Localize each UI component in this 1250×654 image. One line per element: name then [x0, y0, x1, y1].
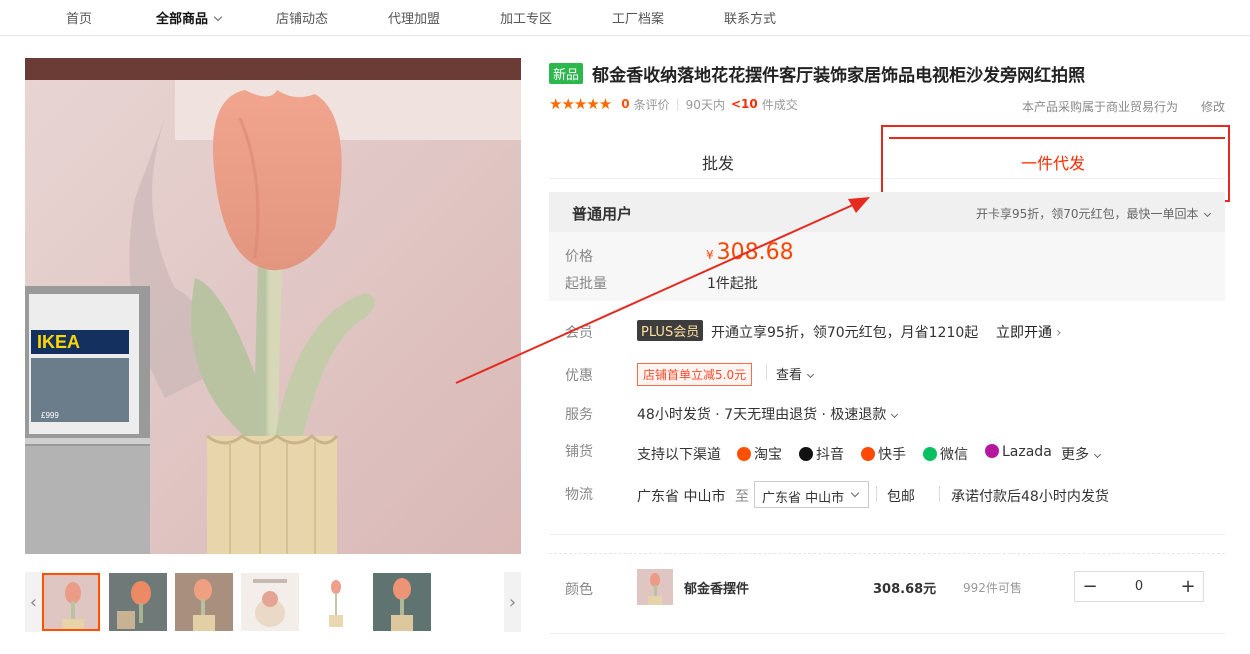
- annotation-arrow: [455, 197, 870, 384]
